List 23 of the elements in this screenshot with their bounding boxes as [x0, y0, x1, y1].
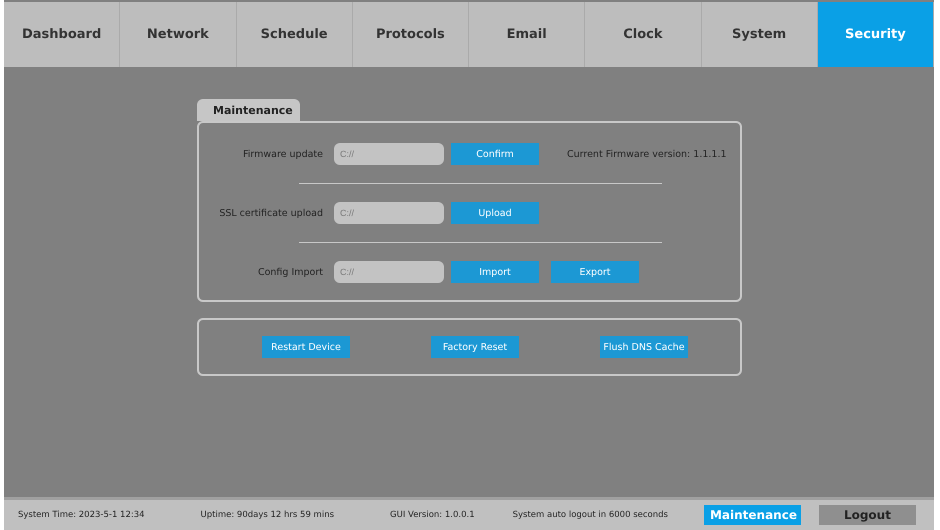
status-button[interactable]: Logout — [818, 505, 916, 525]
action-button[interactable]: Factory Reset — [431, 336, 519, 358]
action-button[interactable]: Upload — [451, 202, 539, 224]
file-path-field[interactable]: C:// — [334, 261, 444, 283]
field-label: Firmware update — [242, 148, 323, 160]
status-text: System Time: 2023-5-1 12:34 — [18, 510, 145, 520]
nav-tab[interactable]: Schedule — [236, 2, 353, 67]
firmware-version-text: Current Firmware version: 1.1.1.1 — [567, 148, 727, 160]
field-label: Config Import — [256, 266, 323, 278]
file-path-field[interactable]: C:// — [334, 202, 444, 224]
status-text: System auto logout in 6000 seconds — [512, 510, 668, 520]
nav-tab[interactable]: System — [702, 2, 818, 67]
status-text: Uptime: 90days 12 hrs 59 mins — [200, 510, 334, 520]
action-button[interactable]: Flush DNS Cache — [600, 336, 688, 358]
action-button[interactable]: Import — [451, 261, 539, 283]
status-text: GUI Version: 1.0.0.1 — [390, 510, 475, 520]
action-button[interactable]: Confirm — [451, 143, 539, 165]
status-button[interactable]: Maintenance — [704, 505, 801, 525]
file-path-field[interactable]: C:// — [334, 143, 444, 165]
field-label: SSL certificate upload — [218, 208, 323, 218]
action-button[interactable]: Export — [551, 261, 639, 283]
nav-tab[interactable]: Security — [818, 2, 934, 67]
action-button[interactable]: Restart Device — [262, 336, 350, 358]
